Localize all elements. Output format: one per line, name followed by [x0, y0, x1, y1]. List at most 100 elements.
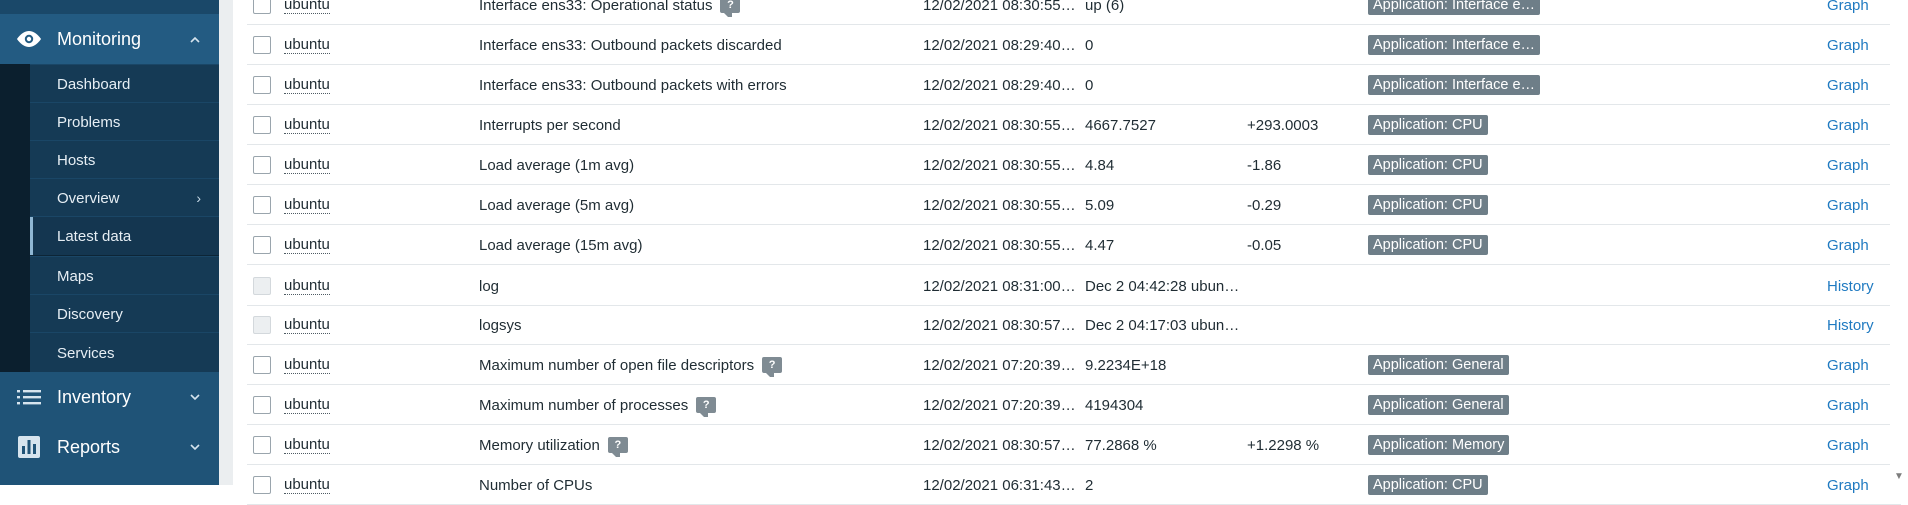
- row-checkbox[interactable]: [253, 36, 271, 54]
- item-name-cell: Maximum number of processes?: [479, 385, 717, 425]
- host-link[interactable]: ubuntu: [284, 156, 330, 174]
- row-checkbox[interactable]: [253, 236, 271, 254]
- row-checkbox[interactable]: [253, 356, 271, 374]
- graph-link[interactable]: Graph: [1827, 117, 1869, 134]
- host-link[interactable]: ubuntu: [284, 116, 330, 134]
- host-link[interactable]: ubuntu: [284, 356, 330, 374]
- host-cell: ubuntu: [284, 225, 330, 265]
- row-checkbox[interactable]: [253, 196, 271, 214]
- graph-link[interactable]: Graph: [1827, 197, 1869, 214]
- graph-link[interactable]: Graph: [1827, 437, 1869, 454]
- change-value: +1.2298 %: [1247, 436, 1320, 454]
- host-link[interactable]: ubuntu: [284, 316, 330, 334]
- change-value: -0.05: [1247, 236, 1282, 254]
- host-link[interactable]: ubuntu: [284, 396, 330, 414]
- row-checkbox[interactable]: [253, 116, 271, 134]
- sidebar-item-maps[interactable]: Maps: [30, 256, 219, 295]
- last-value: 0: [1085, 36, 1094, 54]
- scroll-down-arrow-icon[interactable]: ▼: [1893, 471, 1905, 483]
- last-value: 77.2868 %: [1085, 436, 1157, 454]
- last-value: 9.2234E+18: [1085, 356, 1167, 374]
- table-row: ubuntu Interface ens33: Outbound packets …: [247, 65, 1901, 105]
- graph-link[interactable]: Graph: [1827, 37, 1869, 54]
- host-link[interactable]: ubuntu: [284, 436, 330, 454]
- row-checkbox[interactable]: [253, 396, 271, 414]
- graph-link[interactable]: Graph: [1827, 237, 1869, 254]
- help-hint-icon[interactable]: ?: [762, 357, 783, 377]
- row-checkbox-cell: [253, 225, 275, 265]
- graph-link[interactable]: Graph: [1827, 397, 1869, 414]
- host-link[interactable]: ubuntu: [284, 76, 330, 94]
- row-checkbox[interactable]: [253, 0, 271, 14]
- sidebar-item-dashboard[interactable]: Dashboard: [30, 64, 219, 103]
- last-check: 12/02/2021 08:29:40…: [923, 36, 1076, 54]
- row-checkbox[interactable]: [253, 476, 271, 494]
- last-check: 12/02/2021 08:30:55…: [923, 0, 1076, 14]
- action-cell: Graph: [1827, 225, 1869, 265]
- tags-cell: Application: General: [1368, 385, 1509, 425]
- item-name: Number of CPUs: [479, 476, 593, 494]
- sidebar-item-hosts[interactable]: Hosts: [30, 140, 219, 179]
- host-cell: ubuntu: [284, 65, 330, 105]
- last-value: 4194304: [1085, 396, 1144, 414]
- sidebar-section-reports[interactable]: Reports: [0, 422, 219, 472]
- row-checkbox[interactable]: [253, 436, 271, 454]
- graph-link[interactable]: Graph: [1827, 357, 1869, 374]
- last-check: 12/02/2021 07:20:39…: [923, 356, 1076, 374]
- last-check: 12/02/2021 08:30:55…: [923, 156, 1076, 174]
- last-check-cell: 12/02/2021 07:20:39…: [923, 345, 1076, 385]
- action-cell: Graph: [1827, 345, 1869, 385]
- sidebar-section-next[interactable]: [0, 472, 219, 485]
- action-cell: Graph: [1827, 0, 1869, 25]
- sidebar-section-monitoring[interactable]: Monitoring: [0, 14, 219, 64]
- row-checkbox[interactable]: [253, 76, 271, 94]
- host-link[interactable]: ubuntu: [284, 36, 330, 54]
- application-tag: Application: CPU: [1368, 195, 1488, 215]
- sidebar-item-label: Hosts: [57, 151, 96, 169]
- graph-link[interactable]: Graph: [1827, 157, 1869, 174]
- host-link[interactable]: ubuntu: [284, 196, 330, 214]
- sidebar-item-latest-data[interactable]: Latest data: [30, 216, 219, 255]
- table-row: ubuntu Interface ens33: Operational statu…: [247, 0, 1901, 25]
- last-value: 4667.7527: [1085, 116, 1156, 134]
- last-value: 5.09: [1085, 196, 1115, 214]
- last-value: 2: [1085, 476, 1094, 494]
- table-row: ubuntu Load average (1m avg) 12/02/2021 08…: [247, 145, 1901, 185]
- item-name: Load average (1m avg): [479, 156, 635, 174]
- item-name: log: [479, 277, 500, 295]
- sidebar-section-inventory[interactable]: Inventory: [0, 372, 219, 422]
- row-checkbox-cell: [253, 425, 275, 465]
- change-value: -1.86: [1247, 156, 1282, 174]
- last-check-cell: 12/02/2021 08:29:40…: [923, 65, 1076, 105]
- tags-cell: Application: Memory: [1368, 425, 1510, 465]
- host-link[interactable]: ubuntu: [284, 476, 330, 494]
- row-checkbox-cell: [253, 25, 275, 65]
- application-tag: Application: General: [1368, 395, 1509, 415]
- sidebar-item-discovery[interactable]: Discovery: [30, 294, 219, 333]
- history-link[interactable]: History: [1827, 278, 1874, 295]
- item-name-cell: Interrupts per second: [479, 105, 621, 145]
- sidebar-top-strip: [0, 0, 219, 15]
- history-link[interactable]: History: [1827, 317, 1874, 334]
- sidebar-item-services[interactable]: Services: [30, 332, 219, 373]
- vertical-scrollbar[interactable]: ▼: [1890, 0, 1908, 485]
- host-link[interactable]: ubuntu: [284, 277, 330, 295]
- row-checkbox-cell: [253, 266, 275, 306]
- host-link[interactable]: ubuntu: [284, 0, 330, 14]
- last-check: 12/02/2021 08:30:57…: [923, 316, 1076, 334]
- action-cell: History: [1827, 266, 1874, 306]
- host-link[interactable]: ubuntu: [284, 236, 330, 254]
- inventory-label: Inventory: [57, 386, 132, 407]
- help-hint-icon[interactable]: ?: [720, 0, 741, 17]
- tags-cell: Application: CPU: [1368, 225, 1488, 265]
- graph-link[interactable]: Graph: [1827, 477, 1869, 494]
- help-hint-icon[interactable]: ?: [696, 397, 717, 417]
- help-hint-icon[interactable]: ?: [607, 437, 628, 457]
- sidebar-item-problems[interactable]: Problems: [30, 102, 219, 141]
- monitoring-label: Monitoring: [57, 28, 142, 49]
- tags-cell: Application: CPU: [1368, 185, 1488, 225]
- sidebar-item-overview[interactable]: Overview ›: [30, 178, 219, 217]
- graph-link[interactable]: Graph: [1827, 0, 1869, 14]
- row-checkbox[interactable]: [253, 156, 271, 174]
- graph-link[interactable]: Graph: [1827, 77, 1869, 94]
